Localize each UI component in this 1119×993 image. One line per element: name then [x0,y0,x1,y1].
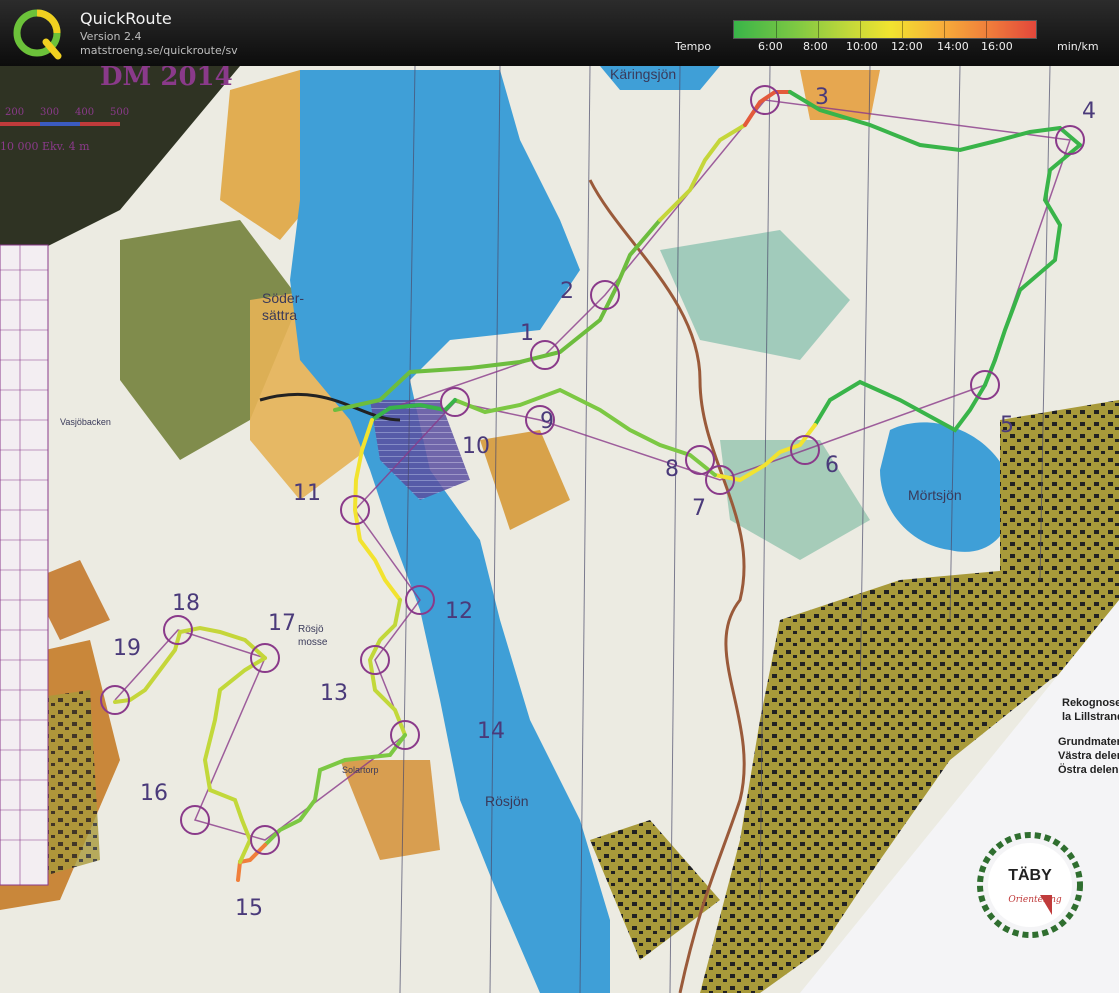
place-name: mosse [298,637,328,648]
svg-text:400: 400 [75,107,94,118]
legend-tick: 10:00 [846,40,878,53]
control-number: 2 [560,279,574,304]
control-number: 6 [825,453,839,478]
control-number: 17 [268,611,296,636]
control-number: 12 [445,599,473,624]
control-number: 3 [815,85,829,110]
quickroute-logo-icon [13,9,62,60]
pace-color-legend [733,20,1037,39]
map-note: la Lillstrand [1062,711,1119,723]
svg-text:Orientering: Orientering [1008,895,1062,905]
control-number: 8 [665,457,679,482]
legend-title: Tempo [675,40,712,53]
place-name: Käringsjön [610,66,676,82]
map-note: Östra delen [1058,763,1119,776]
place-name: Vasjöbacken [60,417,111,427]
svg-text:300: 300 [40,107,59,118]
map-note: Rekognoser [1062,697,1119,709]
control-number: 9 [540,409,554,434]
svg-text:200: 200 [5,107,24,118]
open-land [800,70,880,120]
legend-tick: 8:00 [803,40,828,53]
control-number: 15 [235,896,263,921]
place-name: Rösjö [298,624,324,635]
control-number: 18 [172,591,200,616]
map-note: Västra delen [1058,750,1119,762]
map-title-fragment: DM 2014 [100,66,233,92]
control-number: 16 [140,781,168,806]
place-name: Rösjön [485,793,529,809]
svg-text:500: 500 [110,107,129,118]
legend-tick: 12:00 [891,40,923,53]
app-version: Version 2.4 [80,30,142,43]
control-number: 14 [477,719,505,744]
svg-text:10 000 Ekv. 4 m: 10 000 Ekv. 4 m [0,140,90,153]
legend-tick: 6:00 [758,40,783,53]
residential-area [1000,400,1119,580]
control-number: 1 [520,321,534,346]
place-name: Söder- [262,290,304,306]
svg-text:TÄBY: TÄBY [1008,866,1052,884]
control-number: 4 [1082,99,1096,124]
legend-tick: 16:00 [981,40,1013,53]
map-canvas[interactable]: 1 2 3 4 5 6 7 8 9 10 11 12 13 14 15 16 1… [0,66,1119,993]
map-note: Grundmater [1058,736,1119,748]
place-name: Solartorp [342,765,379,775]
control-number: 5 [1000,413,1014,438]
control-number: 11 [293,481,321,506]
app-url: matstroeng.se/quickroute/sv [80,44,238,57]
quickroute-header: QuickRoute Version 2.4 matstroeng.se/qui… [0,0,1119,66]
orienteering-map[interactable]: 1 2 3 4 5 6 7 8 9 10 11 12 13 14 15 16 1… [0,66,1119,993]
control-number: 10 [462,434,490,459]
control-number: 19 [113,636,141,661]
place-name: sättra [262,307,297,323]
app-name: QuickRoute [80,9,172,28]
control-number: 7 [692,496,706,521]
control-number: 13 [320,681,348,706]
legend-tick: 14:00 [937,40,969,53]
control-description-sheet [0,244,49,886]
place-name: Mörtsjön [908,487,962,503]
legend-unit: min/km [1057,40,1099,53]
